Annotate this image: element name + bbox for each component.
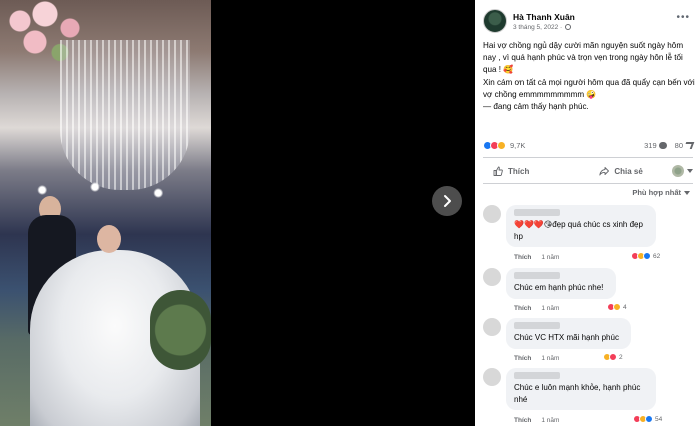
comment-reaction-count: 2: [619, 353, 623, 361]
share-label: Chia sẻ: [614, 166, 643, 176]
share-button[interactable]: Chia sẻ: [599, 166, 643, 176]
post-line-1: Hai vợ chồng ngủ dậy cười mãn nguyện suố…: [483, 41, 684, 75]
comment-like-link[interactable]: Thích: [514, 417, 531, 424]
commenter-name-redacted: [514, 272, 560, 279]
commenter-name-redacted: [514, 322, 560, 329]
comment-bubble-icon: [658, 141, 667, 149]
comment-meta: Thích 1 năm: [514, 305, 559, 312]
author-name[interactable]: Hà Thanh Xuân: [513, 12, 575, 22]
comment-like-link[interactable]: Thích: [514, 305, 531, 312]
love-reaction-icon: [609, 353, 617, 361]
wedding-photo[interactable]: [0, 0, 211, 426]
divider: [483, 183, 693, 184]
comment-text: Chúc em hạnh phúc nhe!: [514, 283, 604, 292]
comment-time[interactable]: 1 năm: [541, 417, 559, 424]
comment-like-link[interactable]: Thích: [514, 254, 531, 261]
comment-like-link[interactable]: Thích: [514, 355, 531, 362]
globe-icon: [565, 24, 572, 30]
post-panel: Hà Thanh Xuân 3 tháng 5, 2022 · ••• Hai …: [475, 0, 700, 426]
comment-bubble: Chúc em hạnh phúc nhe!: [506, 268, 616, 299]
reaction-count[interactable]: 9,7K: [510, 141, 525, 150]
share-count[interactable]: 80: [674, 140, 695, 150]
haha-reaction-icon: [497, 140, 506, 150]
stats-right: 319 80: [644, 140, 695, 150]
comment-count-value: 319: [644, 140, 657, 150]
comment-meta: Thích 1 năm: [514, 254, 559, 261]
comment-meta: Thích 1 năm: [514, 417, 559, 424]
comment-reaction-count: 54: [655, 415, 663, 423]
comment-text: ❤️❤️❤️😘đẹp quá chúc cs xinh đẹp hp: [514, 220, 643, 241]
haha-reaction-icon: [613, 303, 621, 311]
post-actions: Thích Chia sẻ: [483, 160, 693, 182]
caret-down-icon: [687, 169, 693, 173]
comment-meta: Thích 1 năm: [514, 355, 559, 362]
more-icon[interactable]: •••: [676, 12, 690, 23]
comment-reactions[interactable]: 4: [605, 302, 629, 312]
crystal-chandelier: [60, 40, 190, 190]
post-as-selector[interactable]: [672, 165, 693, 177]
comment-time[interactable]: 1 năm: [541, 355, 559, 362]
comment-text: Chúc VC HTX mãi hạnh phúc: [514, 333, 619, 342]
post-date-row: 3 tháng 5, 2022 ·: [513, 24, 575, 31]
divider: [483, 157, 693, 158]
author-avatar[interactable]: [483, 9, 507, 33]
comment-sort-dropdown[interactable]: Phù hợp nhất: [632, 188, 690, 197]
comment-time[interactable]: 1 năm: [541, 254, 559, 261]
comment-reactions[interactable]: 62: [629, 251, 663, 261]
comment-bubble: ❤️❤️❤️😘đẹp quá chúc cs xinh đẹp hp: [506, 205, 656, 247]
mini-avatar: [672, 165, 684, 177]
post-line-3: — đang cảm thấy hạnh phúc.: [483, 102, 589, 112]
commenter-name-redacted: [514, 209, 560, 216]
sort-label: Phù hợp nhất: [632, 188, 681, 197]
next-photo-button[interactable]: [432, 186, 462, 216]
reaction-icons[interactable]: [483, 140, 506, 150]
thumb-up-icon: [493, 166, 503, 176]
post-stats: 9,7K 319 80: [483, 138, 695, 152]
comment-text: Chúc e luôn mạnh khỏe, hạnh phúc nhé: [514, 383, 641, 404]
like-reaction-icon: [645, 415, 653, 423]
commenter-name-redacted: [514, 372, 560, 379]
post-header: Hà Thanh Xuân 3 tháng 5, 2022 ·: [483, 9, 575, 33]
photo-viewer: [0, 0, 475, 426]
author-info: Hà Thanh Xuân 3 tháng 5, 2022 ·: [513, 12, 575, 31]
post-date[interactable]: 3 tháng 5, 2022 ·: [513, 24, 562, 31]
photo-theater: Hà Thanh Xuân 3 tháng 5, 2022 · ••• Hai …: [0, 0, 700, 426]
commenter-avatar[interactable]: [483, 268, 501, 286]
comment-reactions[interactable]: 54: [631, 414, 665, 424]
post-text: Hai vợ chồng ngủ dậy cười mãn nguyện suố…: [483, 40, 695, 113]
share-arrow-icon: [599, 167, 610, 176]
like-label: Thích: [508, 166, 530, 176]
bride-figure-head: [97, 225, 121, 253]
commenter-avatar[interactable]: [483, 318, 501, 336]
flower-bush: [150, 290, 211, 370]
comment-bubble: Chúc VC HTX mãi hạnh phúc: [506, 318, 631, 349]
share-count-value: 80: [674, 140, 683, 150]
comment-bubble: Chúc e luôn mạnh khỏe, hạnh phúc nhé: [506, 368, 656, 410]
comment-count[interactable]: 319: [644, 141, 667, 150]
like-reaction-icon: [643, 252, 651, 260]
comment-time[interactable]: 1 năm: [541, 305, 559, 312]
post-line-2: Xin cám ơn tất cả mọi người hôm qua đã q…: [483, 77, 695, 99]
comment-reaction-count: 4: [623, 303, 627, 311]
comment-reaction-count: 62: [653, 252, 661, 260]
caret-down-icon: [684, 190, 690, 195]
share-count-icon: [683, 141, 695, 149]
comment-reactions[interactable]: 2: [601, 352, 625, 362]
stage-lights: [0, 175, 211, 205]
commenter-avatar[interactable]: [483, 368, 501, 386]
chevron-right-icon: [444, 195, 451, 207]
commenter-avatar[interactable]: [483, 205, 501, 223]
like-button[interactable]: Thích: [493, 166, 529, 176]
